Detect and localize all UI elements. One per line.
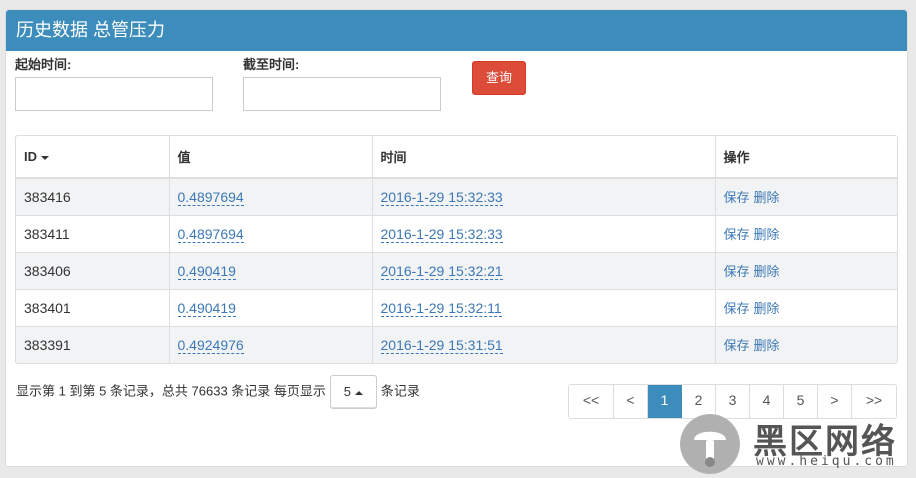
table-row: 383416 0.4897694 2016-1-29 15:32:33 保存 删除	[16, 177, 897, 215]
column-header-actions: 操作	[715, 136, 897, 179]
editable-value[interactable]: 0.490419	[177, 299, 236, 317]
end-time-label: 截至时间:	[243, 57, 300, 72]
cell-actions: 保存 删除	[715, 214, 897, 252]
page-size-select[interactable]: 5	[329, 375, 377, 409]
end-time-input[interactable]	[243, 77, 441, 111]
page-item[interactable]: <	[614, 385, 648, 418]
cell-id: 383401	[16, 288, 170, 326]
cell-time: 2016-1-29 15:32:33	[372, 214, 716, 252]
save-link[interactable]: 保存	[724, 301, 750, 316]
watermark-url: www.heiqu.com	[756, 454, 897, 469]
cell-time: 2016-1-29 15:31:51	[372, 325, 716, 363]
cell-actions: 保存 删除	[715, 288, 897, 326]
caret-up-icon	[355, 390, 364, 395]
cell-value: 0.490419	[169, 288, 373, 326]
cell-actions: 保存 删除	[715, 177, 897, 215]
cell-id: 383416	[16, 177, 170, 215]
save-link[interactable]: 保存	[724, 264, 750, 279]
editable-time[interactable]: 2016-1-29 15:31:51	[380, 336, 503, 354]
cell-value: 0.4924976	[169, 325, 373, 363]
save-link[interactable]: 保存	[724, 227, 750, 242]
save-link[interactable]: 保存	[724, 338, 750, 353]
start-time-label: 起始时间:	[15, 57, 72, 72]
save-link[interactable]: 保存	[724, 190, 750, 205]
cell-time: 2016-1-29 15:32:21	[372, 251, 716, 289]
delete-link[interactable]: 删除	[754, 301, 780, 316]
delete-link[interactable]: 删除	[754, 338, 780, 353]
table-row: 383391 0.4924976 2016-1-29 15:31:51 保存 删除	[16, 325, 897, 363]
editable-value[interactable]: 0.4924976	[177, 336, 244, 354]
delete-link[interactable]: 删除	[754, 264, 780, 279]
editable-value[interactable]: 0.4897694	[177, 188, 244, 206]
pagination-info: 显示第 1 到第 5 条记录，总共 76633 条记录 每页显示 5 条记录	[16, 375, 420, 409]
cell-actions: 保存 删除	[715, 325, 897, 363]
table-row: 383406 0.490419 2016-1-29 15:32:21 保存 删除	[16, 251, 897, 289]
column-header-value: 值	[169, 136, 373, 179]
editable-time[interactable]: 2016-1-29 15:32:21	[380, 262, 503, 280]
watermark: 黑区网络 www.heiqu.com	[680, 412, 910, 474]
page-item[interactable]: <<	[569, 385, 614, 418]
panel-title: 历史数据 总管压力	[6, 10, 907, 51]
delete-link[interactable]: 删除	[754, 227, 780, 242]
start-time-input[interactable]	[15, 77, 213, 111]
table-row: 383411 0.4897694 2016-1-29 15:32:33 保存 删除	[16, 214, 897, 252]
search-button[interactable]: 查询	[472, 61, 526, 95]
sort-down-icon	[41, 155, 49, 160]
cell-id: 383411	[16, 214, 170, 252]
cell-time: 2016-1-29 15:32:33	[372, 177, 716, 215]
pagination-info-prefix: 显示第 1 到第 5 条记录，总共 76633 条记录 每页显示	[16, 383, 326, 399]
cell-value: 0.4897694	[169, 177, 373, 215]
table-header-row: ID 值 时间 操作	[16, 136, 897, 179]
cell-id: 383391	[16, 325, 170, 363]
cell-id: 383406	[16, 251, 170, 289]
editable-value[interactable]: 0.4897694	[177, 225, 244, 243]
heiqu-logo-icon	[680, 414, 740, 474]
editable-time[interactable]: 2016-1-29 15:32:33	[380, 225, 503, 243]
pagination-info-suffix: 条记录	[380, 383, 420, 399]
column-header-id[interactable]: ID	[16, 136, 170, 179]
history-table: ID 值 时间 操作 383416 0.4897694 2016-1-29 15:3…	[15, 135, 898, 364]
cell-time: 2016-1-29 15:32:11	[372, 288, 716, 326]
table-row: 383401 0.490419 2016-1-29 15:32:11 保存 删除	[16, 288, 897, 326]
editable-value[interactable]: 0.490419	[177, 262, 236, 280]
editable-time[interactable]: 2016-1-29 15:32:11	[380, 299, 502, 317]
cell-value: 0.4897694	[169, 214, 373, 252]
editable-time[interactable]: 2016-1-29 15:32:33	[380, 188, 503, 206]
delete-link[interactable]: 删除	[754, 190, 780, 205]
page-item[interactable]: 1	[648, 385, 682, 418]
cell-value: 0.490419	[169, 251, 373, 289]
column-header-time: 时间	[372, 136, 716, 179]
cell-actions: 保存 删除	[715, 251, 897, 289]
